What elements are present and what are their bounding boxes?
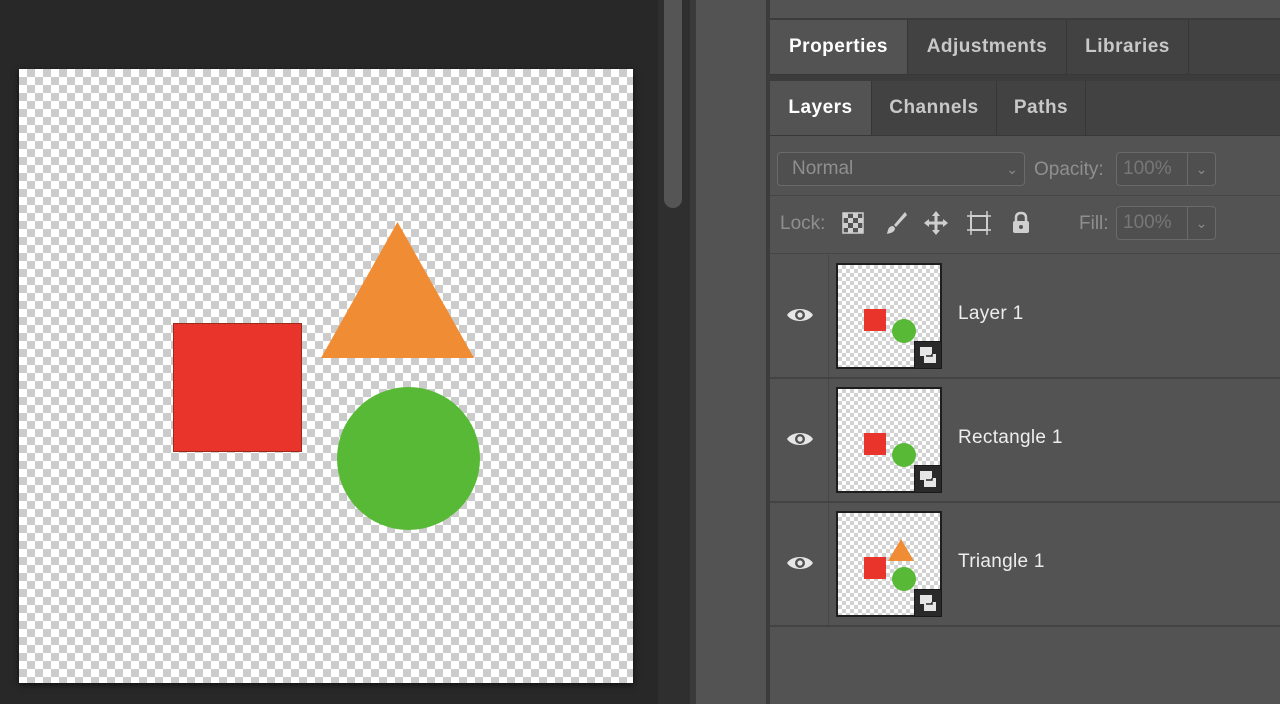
tab-properties[interactable]: Properties [770,20,908,74]
tab-adjustments[interactable]: Adjustments [908,20,1067,74]
right-panel: Properties Adjustments Libraries Layers … [770,0,1280,704]
lock-image-pixels-icon[interactable] [883,210,909,236]
chevron-down-icon: ⌄ [1006,161,1018,177]
smart-object-icon [914,341,942,369]
thumb-circle [892,443,916,467]
blend-mode-select[interactable]: Normal ⌄ [777,152,1025,186]
panel-top-strip [770,0,1280,20]
red-square-shape[interactable] [173,323,302,452]
fill-input[interactable]: 100% [1116,206,1188,240]
layer-name[interactable]: Rectangle 1 [958,427,1063,449]
chevron-down-icon: ⌄ [1195,215,1208,231]
canvas-area[interactable] [0,0,658,704]
thumb-rect [864,309,886,331]
visibility-column [770,503,829,625]
lock-label: Lock: [780,213,826,234]
lock-all-icon[interactable] [1008,210,1034,236]
row-separator [770,253,1280,254]
tab-layers[interactable]: Layers [770,81,872,135]
layer-row[interactable]: Rectangle 1 [770,379,1280,503]
layers-tabbar: Layers Channels Paths [770,81,1280,136]
visibility-column [770,379,829,501]
thumb-rect [864,433,886,455]
fill-label: Fill: [1079,213,1109,234]
tab-libraries[interactable]: Libraries [1067,20,1189,74]
opacity-input[interactable]: 100% [1116,152,1188,186]
layer-row[interactable]: Triangle 1 [770,503,1280,627]
layer-name[interactable]: Layer 1 [958,303,1023,325]
layer-thumbnail[interactable] [836,387,942,493]
fill-dropdown-button[interactable]: ⌄ [1188,206,1216,240]
visibility-column [770,255,829,377]
thumb-circle [892,319,916,343]
lock-transparent-pixels-icon[interactable] [840,210,866,236]
blend-mode-value: Normal [792,158,854,179]
tab-channels[interactable]: Channels [872,81,997,135]
opacity-label: Opacity: [1034,159,1104,180]
eye-icon[interactable] [786,552,814,574]
tab-paths[interactable]: Paths [997,81,1086,135]
thumb-circle [892,567,916,591]
layer-thumbnail[interactable] [836,511,942,617]
layer-name[interactable]: Triangle 1 [958,551,1045,573]
row-separator [770,195,1280,196]
orange-triangle-shape[interactable] [321,222,474,358]
thumb-triangle [888,539,914,561]
lock-position-icon[interactable] [923,210,949,236]
eye-icon[interactable] [786,304,814,326]
opacity-dropdown-button[interactable]: ⌄ [1188,152,1216,186]
lock-artboard-icon[interactable] [966,210,992,236]
green-circle-shape[interactable] [337,387,480,530]
layer-row[interactable]: Layer 1 [770,255,1280,379]
collapsed-panel-dock [696,0,766,704]
smart-object-icon [914,465,942,493]
thumb-rect [864,557,886,579]
canvas-vertical-scrollbar-thumb[interactable] [664,0,682,208]
smart-object-icon [914,589,942,617]
properties-tabbar: Properties Adjustments Libraries [770,20,1280,75]
eye-icon[interactable] [786,428,814,450]
layer-thumbnail[interactable] [836,263,942,369]
document-canvas[interactable] [19,69,633,683]
chevron-down-icon: ⌄ [1195,161,1208,177]
